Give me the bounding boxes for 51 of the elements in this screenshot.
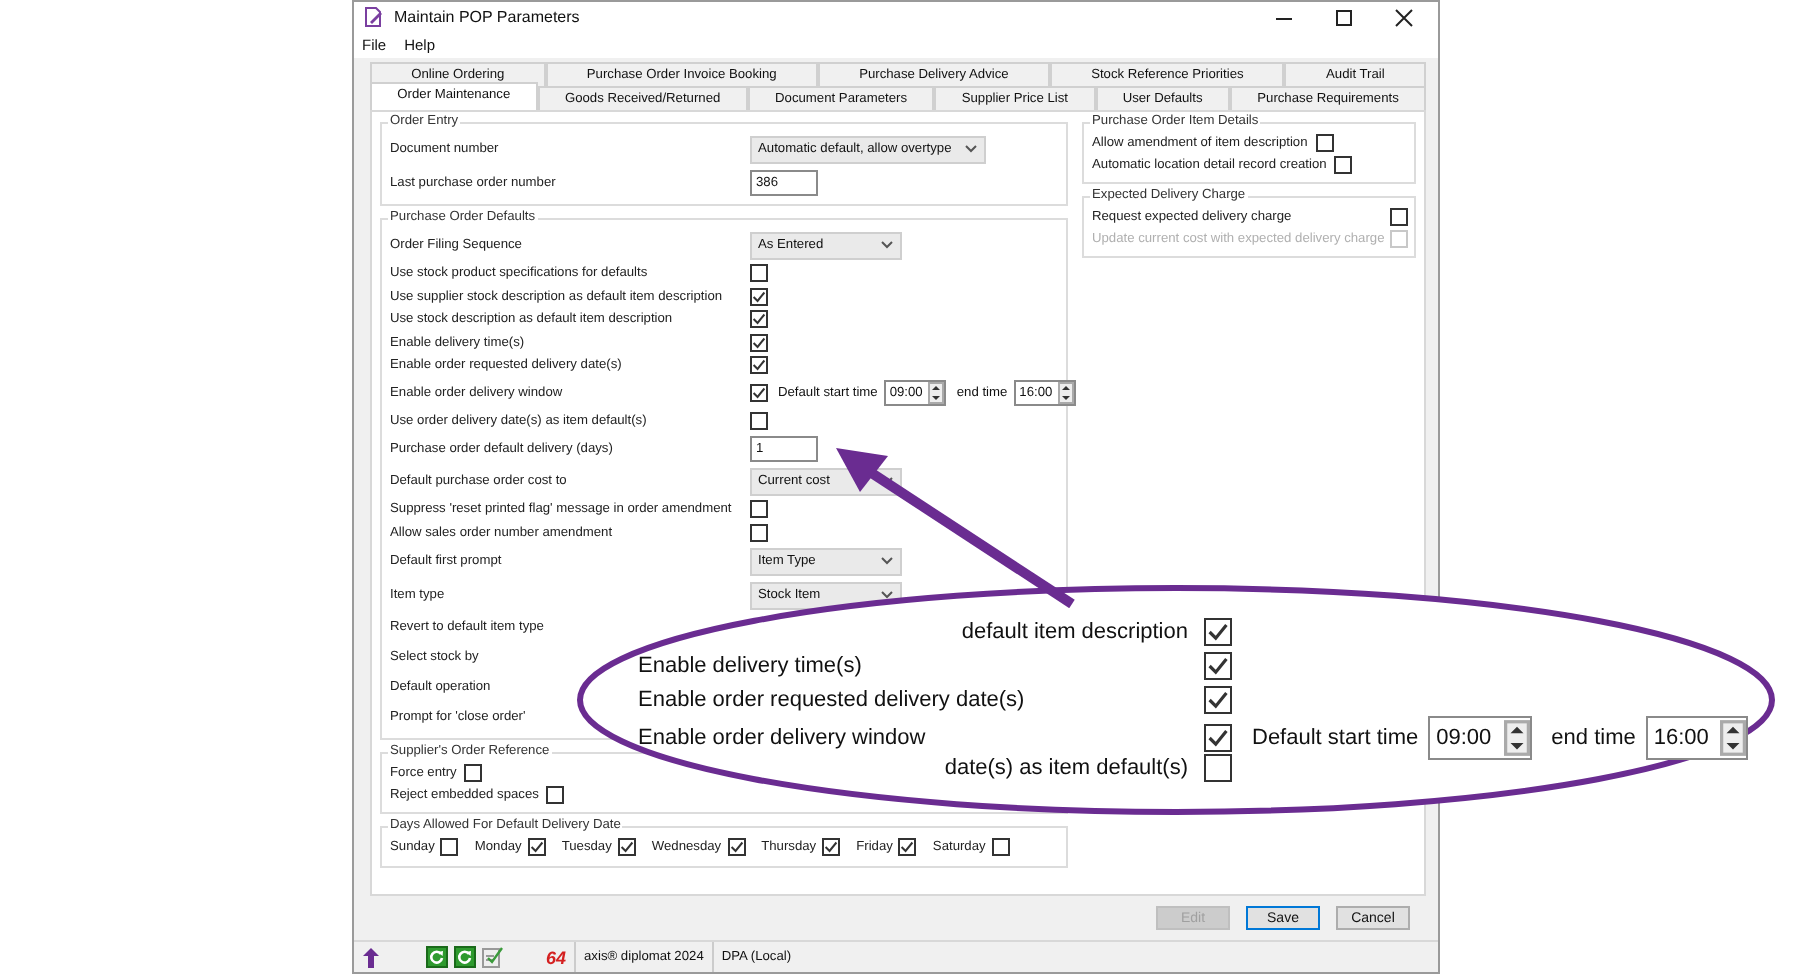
checkbox[interactable] [1334,156,1353,174]
spin-buttons[interactable] [1058,382,1075,404]
callout-label: date(s) as item default(s) [944,755,1188,779]
checkbox[interactable] [617,838,636,857]
checkbox[interactable] [750,287,768,306]
time-field[interactable]: 09:00 [1428,716,1532,760]
refresh-icon[interactable] [426,946,448,968]
window-title: Maintain POP Parameters [394,8,580,26]
checkbox[interactable] [1204,724,1232,752]
checklist-icon[interactable] [482,946,504,968]
checkbox[interactable] [727,838,746,857]
caret-icon [880,590,894,600]
checkbox[interactable] [464,764,483,782]
checkbox[interactable] [1204,753,1232,781]
checkbox[interactable] [527,838,546,857]
callout-label: Enable delivery time(s) [638,653,864,677]
callout-label: Default start time [1252,726,1419,750]
checkbox[interactable] [1315,134,1334,152]
checkbox[interactable] [750,356,768,375]
caret-icon [880,556,894,566]
checkbox[interactable] [822,838,841,857]
checkbox[interactable] [1390,208,1408,226]
checkbox[interactable] [1204,685,1232,713]
checkbox[interactable] [898,838,917,857]
checkbox[interactable] [440,838,459,857]
spin-buttons[interactable] [928,382,945,404]
callout-label: end time [1551,726,1636,750]
up-arrow-icon[interactable] [362,945,380,969]
callout-label: Enable order requested delivery date(s) [638,687,1027,711]
checkbox[interactable] [750,523,768,542]
checkbox[interactable] [1204,651,1232,679]
checkbox[interactable] [750,310,768,329]
checkbox[interactable] [750,264,768,283]
spin-buttons[interactable] [1503,720,1530,756]
checkbox[interactable] [750,411,768,430]
maximize-icon[interactable] [1334,7,1354,27]
close-icon[interactable] [1394,7,1414,27]
caret-icon [880,240,894,250]
refresh-icon[interactable] [454,946,476,968]
checkbox[interactable] [750,500,768,519]
checkbox[interactable] [750,384,768,402]
callout-label: Enable order delivery window [638,726,928,750]
caret-icon [963,144,978,154]
app-logo: 64 [546,947,567,967]
checkbox[interactable] [991,838,1010,857]
checkbox[interactable] [546,786,565,804]
checkbox[interactable] [1204,617,1232,645]
callout-label: default item description [961,619,1188,643]
checkbox[interactable] [750,333,768,352]
spin-buttons[interactable] [1720,720,1747,756]
time-field[interactable]: 16:00 [1645,716,1749,760]
